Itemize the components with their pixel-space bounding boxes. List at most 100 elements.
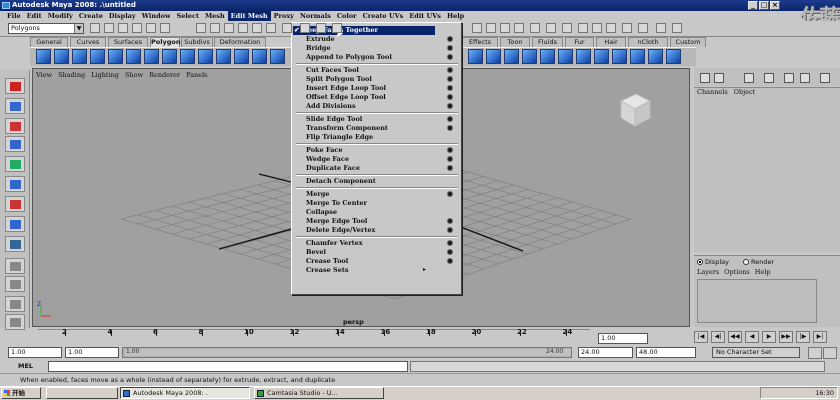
- taskbar-item-camtasia[interactable]: Camtasia Studio - U...: [254, 387, 384, 399]
- menu-item-duplicate-face[interactable]: Duplicate Face: [306, 164, 360, 173]
- tool-button[interactable]: [5, 258, 25, 274]
- tool-button[interactable]: [5, 216, 25, 232]
- shelf-tab-subdivs[interactable]: Subdivs: [181, 37, 213, 47]
- playback-end-field[interactable]: 24.00: [578, 347, 633, 358]
- menu-item-merge-edge-tool[interactable]: Merge Edge Tool: [306, 217, 367, 226]
- menu-item-keep-faces-together[interactable]: ✔Keep Faces Together: [293, 26, 435, 35]
- shelf-tool-icon[interactable]: [270, 49, 285, 64]
- menu-item-split-polygon-tool[interactable]: Split Polygon Tool: [306, 75, 372, 84]
- option-box-icon[interactable]: [447, 45, 453, 51]
- status-tool-icon[interactable]: [672, 23, 682, 33]
- shelf-tab-general[interactable]: General: [30, 37, 68, 47]
- menu-create-uvs[interactable]: Create UVs: [360, 11, 407, 21]
- status-tool-icon[interactable]: [210, 23, 220, 33]
- menu-item-bridge[interactable]: Bridge: [306, 44, 331, 53]
- status-tool-icon[interactable]: [282, 23, 292, 33]
- range-slider[interactable]: [122, 347, 572, 358]
- status-tool-icon[interactable]: [592, 23, 602, 33]
- option-box-icon[interactable]: [447, 67, 453, 73]
- playback-button[interactable]: ◀◀: [728, 331, 742, 343]
- menu-item-merge-to-center[interactable]: Merge To Center: [306, 199, 367, 208]
- shelf-tab-custom[interactable]: Custom: [670, 37, 706, 47]
- shelf-tool-icon[interactable]: [54, 49, 69, 64]
- shelf-tab-fur[interactable]: Fur: [565, 37, 594, 47]
- tool-settings-icon[interactable]: [744, 73, 754, 83]
- viewport-menu-shading[interactable]: Shading: [58, 70, 85, 80]
- menu-item-merge[interactable]: Merge: [306, 190, 329, 199]
- option-box-icon[interactable]: [447, 36, 453, 42]
- tool-button[interactable]: [5, 98, 25, 114]
- menu-item-transform-component[interactable]: Transform Component: [306, 124, 388, 133]
- status-tool-icon[interactable]: [118, 23, 128, 33]
- shelf-tool-icon[interactable]: [612, 49, 627, 64]
- menu-item-slide-edge-tool[interactable]: Slide Edge Tool: [306, 115, 362, 124]
- shelf-tab-hair[interactable]: Hair: [596, 37, 626, 47]
- shelf-tab-curves[interactable]: Curves: [70, 37, 106, 47]
- option-box-icon[interactable]: [447, 240, 453, 246]
- shelf-tab-surfaces[interactable]: Surfaces: [108, 37, 148, 47]
- tool-button[interactable]: [5, 136, 25, 152]
- tool-button[interactable]: [5, 314, 25, 330]
- shelf-tool-icon[interactable]: [252, 49, 267, 64]
- menu-modify[interactable]: Modify: [45, 11, 76, 21]
- menu-item-chamfer-vertex[interactable]: Chamfer Vertex: [306, 239, 363, 248]
- status-tool-icon[interactable]: [486, 23, 496, 33]
- playback-button[interactable]: ▶|: [813, 331, 827, 343]
- status-tool-icon[interactable]: [606, 23, 616, 33]
- shelf-tool-icon[interactable]: [666, 49, 681, 64]
- option-box-icon[interactable]: [447, 103, 453, 109]
- playback-button[interactable]: ▶▶: [779, 331, 793, 343]
- menu-item-add-divisions[interactable]: Add Divisions: [306, 102, 356, 111]
- viewport-menu-renderer[interactable]: Renderer: [149, 70, 180, 80]
- status-tool-icon[interactable]: [578, 23, 588, 33]
- tool-button[interactable]: [5, 156, 25, 172]
- menu-normals[interactable]: Normals: [297, 11, 334, 21]
- tool-button[interactable]: [5, 176, 25, 192]
- status-tool-icon[interactable]: [104, 23, 114, 33]
- shelf-tab-polygons[interactable]: Polygons: [150, 37, 184, 47]
- shelf-tool-icon[interactable]: [144, 49, 159, 64]
- shelf-tool-icon[interactable]: [504, 49, 519, 64]
- viewport-menu-lighting[interactable]: Lighting: [91, 70, 119, 80]
- shelf-tab-fluids[interactable]: Fluids: [532, 37, 563, 47]
- shelf-tool-icon[interactable]: [180, 49, 195, 64]
- shelf-tab-ncloth[interactable]: nCloth: [628, 37, 668, 47]
- option-box-icon[interactable]: [447, 191, 453, 197]
- tool-button[interactable]: [5, 276, 25, 292]
- menu-mesh[interactable]: Mesh: [202, 11, 228, 21]
- option-box-icon[interactable]: [447, 116, 453, 122]
- tool-button[interactable]: [5, 118, 25, 134]
- menu-file[interactable]: File: [4, 11, 24, 21]
- option-box-icon[interactable]: [447, 249, 453, 255]
- shelf-tool-icon[interactable]: [90, 49, 105, 64]
- shelf-tool-icon[interactable]: [648, 49, 663, 64]
- layer-menu-layers[interactable]: Layers: [697, 268, 719, 276]
- menu-item-offset-edge-loop-tool[interactable]: Offset Edge Loop Tool: [306, 93, 386, 102]
- shelf-tool-icon[interactable]: [594, 49, 609, 64]
- maximize-button[interactable]: □: [759, 1, 769, 10]
- option-box-icon[interactable]: [447, 85, 453, 91]
- status-tool-icon[interactable]: [132, 23, 142, 33]
- shelf-tool-icon[interactable]: [108, 49, 123, 64]
- animation-prefs-icon[interactable]: [823, 347, 837, 359]
- menu-display[interactable]: Display: [106, 11, 139, 21]
- playback-button[interactable]: ▶: [762, 331, 776, 343]
- menu-window[interactable]: Window: [139, 11, 174, 21]
- shelf-tool-icon[interactable]: [216, 49, 231, 64]
- playback-button[interactable]: |▶: [796, 331, 810, 343]
- shelf-tool-icon[interactable]: [162, 49, 177, 64]
- render-mode-radio[interactable]: Render: [742, 258, 774, 266]
- playback-button[interactable]: ◀: [745, 331, 759, 343]
- end-time-field[interactable]: 48.00: [636, 347, 696, 358]
- status-tool-icon[interactable]: [90, 23, 100, 33]
- character-set-select[interactable]: No Character Set: [712, 347, 800, 358]
- menu-item-crease-tool[interactable]: Crease Tool: [306, 257, 348, 266]
- menu-item-detach-component[interactable]: Detach Component: [306, 177, 376, 186]
- status-tool-icon[interactable]: [514, 23, 524, 33]
- shelf-tab-deformation[interactable]: Deformation: [214, 37, 266, 47]
- menu-item-cut-faces-tool[interactable]: Cut Faces Tool: [306, 66, 359, 75]
- tool-button[interactable]: [5, 78, 25, 94]
- menu-item-delete-edge-vertex[interactable]: Delete Edge/Vertex: [306, 226, 375, 235]
- checker-icon[interactable]: [784, 73, 794, 83]
- status-tool-icon[interactable]: [146, 23, 156, 33]
